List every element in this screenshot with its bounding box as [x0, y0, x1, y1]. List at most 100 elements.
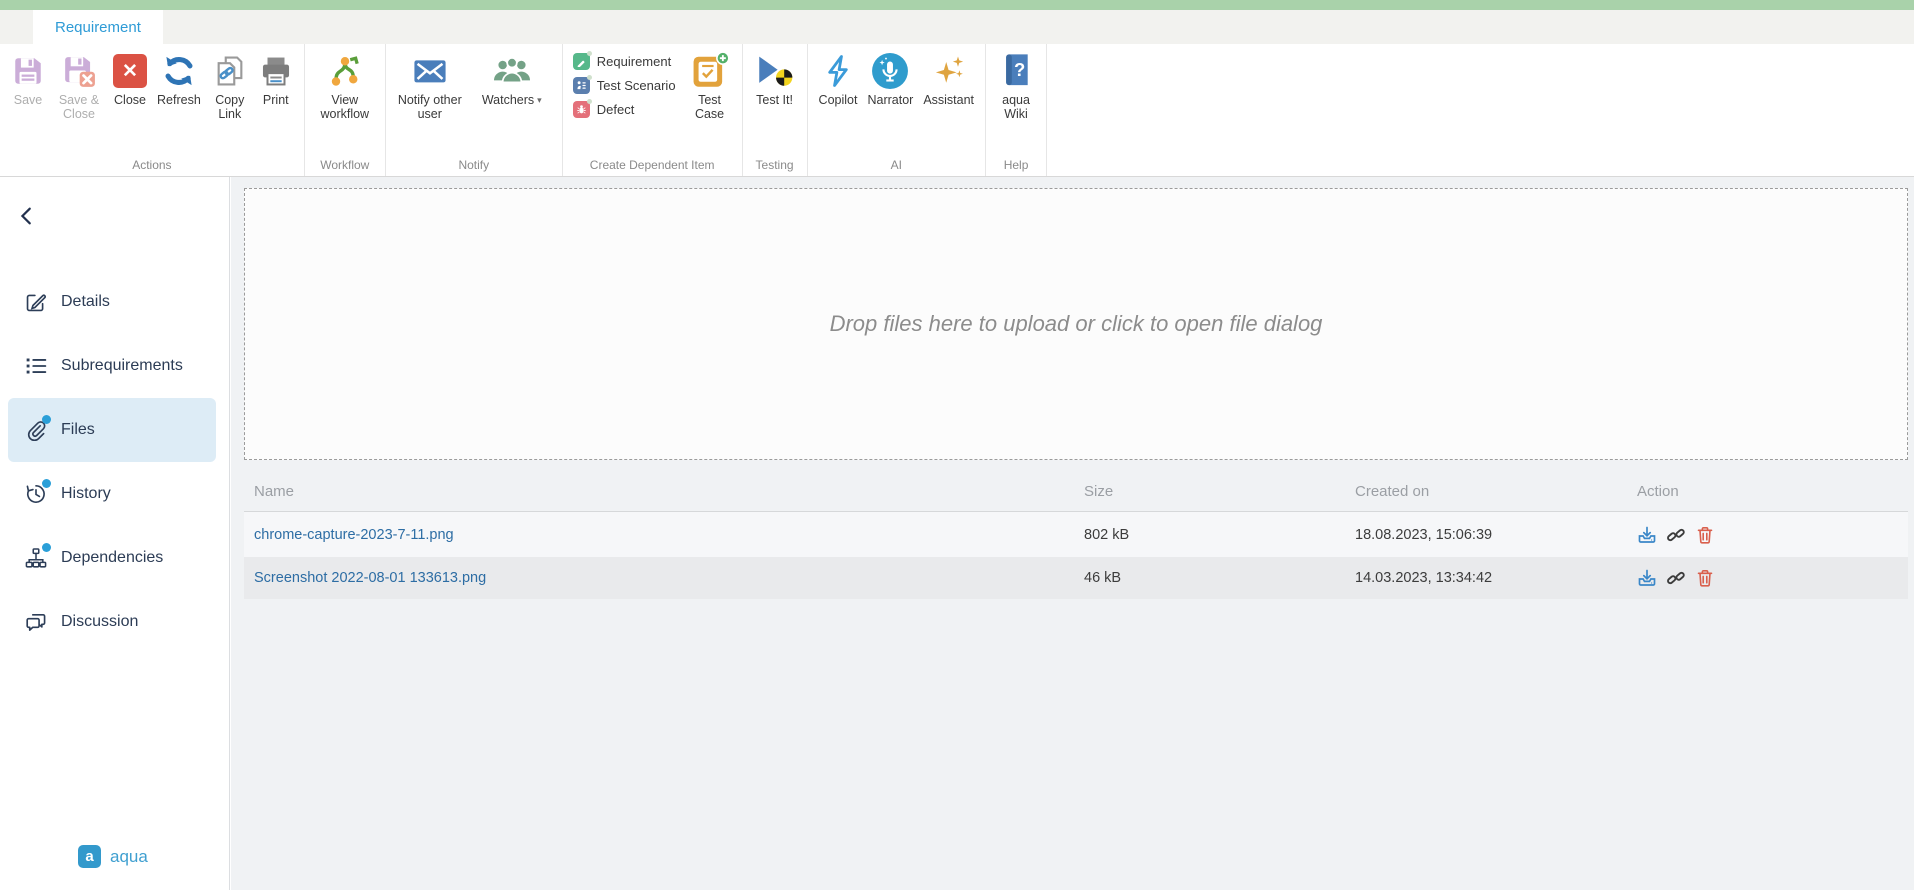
list-icon [25, 355, 47, 377]
copy-link-icon [213, 52, 247, 90]
sidebar-menu: Details Subrequirements Files History [8, 270, 216, 654]
save-and-close-label: Save & Close [55, 93, 103, 122]
create-test-scenario-button[interactable]: Test Scenario [573, 77, 676, 94]
sidebar-item-history[interactable]: History [8, 462, 216, 526]
collapse-sidebar-button[interactable] [12, 201, 42, 231]
aqua-logo-icon: a [78, 845, 101, 868]
file-created-on: 14.03.2023, 13:34:42 [1355, 570, 1637, 586]
ribbon-group-testing: Test It! Testing [743, 44, 808, 176]
file-name-link[interactable]: chrome-capture-2023-7-11.png [254, 527, 454, 543]
close-button[interactable]: ✕ Close [108, 46, 152, 113]
file-name-link[interactable]: Screenshot 2022-08-01 133613.png [254, 570, 486, 586]
sidebar-item-files[interactable]: Files [8, 398, 216, 462]
edit-pencil-icon [25, 291, 47, 313]
file-size: 46 kB [1084, 570, 1355, 586]
test-case-icon [690, 52, 730, 90]
ribbon: Save Save & Close ✕ Close Refresh [0, 44, 1914, 177]
svg-text:?: ? [1014, 59, 1025, 80]
sidebar-item-discussion-label: Discussion [61, 613, 138, 631]
sidebar-item-subrequirements-label: Subrequirements [61, 357, 183, 375]
files-badge-dot [42, 415, 51, 424]
group-label-create-dependent-item: Create Dependent Item [563, 158, 742, 172]
chevron-left-icon [16, 204, 38, 228]
print-icon [259, 52, 293, 90]
watchers-button[interactable]: Watchers ▾ [468, 46, 556, 113]
assistant-button[interactable]: Assistant [918, 46, 979, 113]
test-it-button[interactable]: Test It! [749, 46, 801, 113]
download-file-icon[interactable] [1637, 568, 1657, 588]
requirement-icon [573, 53, 590, 70]
delete-file-icon[interactable] [1695, 568, 1715, 588]
refresh-button[interactable]: Refresh [152, 46, 206, 113]
tab-requirement[interactable]: Requirement [33, 10, 163, 44]
create-defect-button[interactable]: Defect [573, 101, 676, 118]
ribbon-group-workflow: View workflow Workflow [305, 44, 386, 176]
save-label: Save [14, 93, 43, 107]
group-label-notify: Notify [386, 158, 562, 172]
defect-badge-dot [587, 99, 592, 104]
test-scenario-icon [573, 77, 590, 94]
window-top-bar [0, 0, 1914, 10]
hierarchy-icon [25, 547, 47, 569]
tab-requirement-label: Requirement [55, 19, 141, 36]
sidebar-item-dependencies[interactable]: Dependencies [8, 526, 216, 590]
copilot-label: Copilot [819, 93, 858, 107]
save-button[interactable]: Save [6, 46, 50, 113]
group-label-help: Help [986, 158, 1046, 172]
history-clock-icon [25, 483, 47, 505]
save-and-close-icon [61, 52, 97, 90]
watchers-icon [492, 52, 532, 90]
group-label-testing: Testing [743, 158, 807, 172]
table-row: chrome-capture-2023-7-11.png 802 kB 18.0… [244, 512, 1908, 557]
create-test-case-label: Test Case [689, 93, 731, 122]
notify-other-user-button[interactable]: Notify other user [392, 46, 468, 128]
file-dropzone[interactable]: Drop files here to upload or click to op… [244, 188, 1908, 460]
aqua-logo-label: aqua [110, 847, 148, 867]
view-workflow-button[interactable]: View workflow [311, 46, 379, 128]
group-label-actions: Actions [0, 158, 304, 172]
save-icon [11, 52, 45, 90]
sidebar-item-history-label: History [61, 485, 111, 503]
sidebar-item-details[interactable]: Details [8, 270, 216, 334]
narrator-label: Narrator [867, 93, 913, 107]
copy-link-button[interactable]: Copy Link [206, 46, 254, 128]
aqua-logo[interactable]: a aqua [78, 845, 148, 868]
column-header-size: Size [1084, 483, 1355, 500]
narrator-button[interactable]: Narrator [862, 46, 918, 113]
sidebar-item-subrequirements[interactable]: Subrequirements [8, 334, 216, 398]
print-label: Print [263, 93, 289, 107]
notify-other-user-label: Notify other user [397, 93, 463, 122]
sidebar: Details Subrequirements Files History [0, 177, 230, 890]
narrator-microphone-icon [871, 52, 909, 90]
aqua-wiki-button[interactable]: ? aqua Wiki [992, 46, 1040, 128]
ribbon-group-ai: Copilot Narrator Assistant AI [808, 44, 986, 176]
copy-file-link-icon[interactable] [1666, 568, 1686, 588]
create-requirement-button[interactable]: Requirement [573, 53, 676, 70]
close-icon: ✕ [113, 52, 147, 90]
sidebar-item-details-label: Details [61, 293, 110, 311]
copy-file-link-icon[interactable] [1666, 525, 1686, 545]
ribbon-group-notify: Notify other user Watchers ▾ Notify [386, 44, 563, 176]
watchers-dropdown-caret-icon: ▾ [537, 95, 542, 106]
close-label: Close [114, 93, 146, 107]
column-header-created-on: Created on [1355, 483, 1637, 500]
create-defect-label: Defect [597, 102, 635, 117]
table-row: Screenshot 2022-08-01 133613.png 46 kB 1… [244, 557, 1908, 599]
history-badge-dot [42, 479, 51, 488]
column-header-name: Name [244, 483, 1084, 500]
copilot-lightning-icon [821, 52, 855, 90]
copilot-button[interactable]: Copilot [814, 46, 863, 113]
create-test-case-button[interactable]: Test Case [684, 46, 736, 128]
ribbon-group-create-dependent-item: Requirement Test Scenario Defect [563, 44, 743, 176]
copy-link-label: Copy Link [211, 93, 249, 122]
print-button[interactable]: Print [254, 46, 298, 113]
dependencies-badge-dot [42, 543, 51, 552]
column-header-action: Action [1637, 483, 1908, 500]
wiki-book-icon: ? [1000, 52, 1032, 90]
download-file-icon[interactable] [1637, 525, 1657, 545]
delete-file-icon[interactable] [1695, 525, 1715, 545]
sidebar-item-discussion[interactable]: Discussion [8, 590, 216, 654]
create-test-scenario-label: Test Scenario [597, 78, 676, 93]
save-and-close-button[interactable]: Save & Close [50, 46, 108, 128]
sidebar-item-dependencies-label: Dependencies [61, 549, 163, 567]
